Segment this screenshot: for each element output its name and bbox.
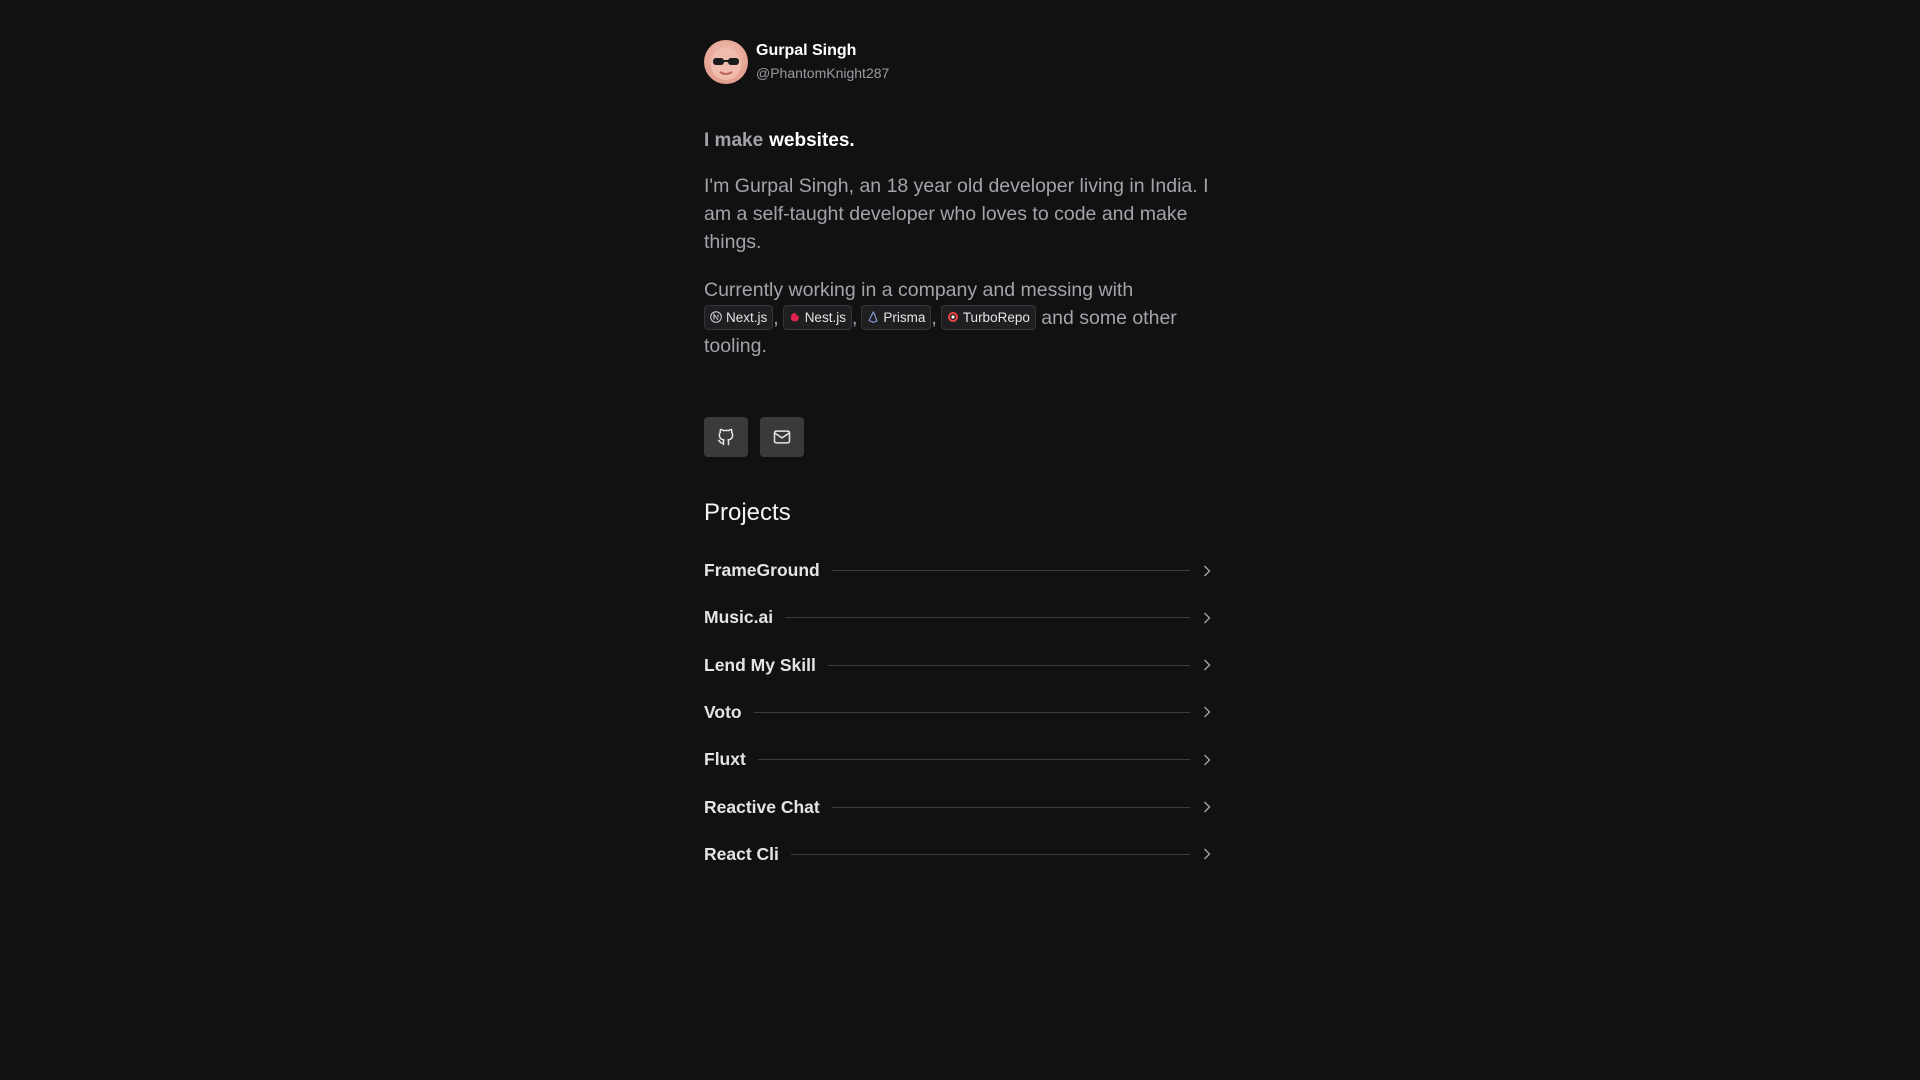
tool-chip-nestjs[interactable]: Nest.js	[782, 304, 852, 330]
chevron-right-icon	[1204, 848, 1211, 860]
tool-chip-turborepo[interactable]: TurboRepo	[940, 304, 1036, 330]
project-name: Reactive Chat	[704, 796, 820, 817]
tool-chip-label: Prisma	[883, 309, 926, 325]
headline-accent: websites.	[769, 130, 855, 151]
chevron-right-icon	[1204, 706, 1211, 718]
tool-chip-label: TurboRepo	[962, 309, 1030, 325]
avatar	[704, 40, 748, 84]
project-item-voto[interactable]: Voto	[704, 689, 1214, 736]
project-item-fluxt[interactable]: Fluxt	[704, 736, 1214, 783]
tool-chip-label: Next.js	[726, 309, 768, 325]
github-button[interactable]	[704, 417, 748, 457]
headline: I make websites.	[704, 130, 1214, 152]
prisma-icon	[868, 311, 878, 323]
email-button[interactable]	[760, 417, 804, 457]
github-icon	[717, 428, 734, 446]
currently-prefix: Currently working in a company and messi…	[704, 279, 1134, 301]
profile-handle: @PhantomKnight287	[756, 65, 890, 81]
nestjs-icon	[790, 312, 799, 322]
chevron-right-icon	[1204, 754, 1211, 766]
turborepo-icon	[947, 312, 958, 322]
headline-prefix: I make	[704, 130, 764, 151]
project-item-lend-my-skill[interactable]: Lend My Skill	[704, 642, 1214, 689]
chevron-right-icon	[1204, 801, 1211, 813]
profile-text: Gurpal Singh @PhantomKnight287	[756, 41, 889, 83]
project-item-music-ai[interactable]: Music.ai	[704, 594, 1214, 641]
divider-line	[831, 570, 1190, 572]
divider-line	[831, 806, 1190, 808]
project-item-frameground[interactable]: FrameGround	[704, 547, 1214, 594]
project-name: Voto	[704, 701, 742, 722]
currently-paragraph: Currently working in a company and messi…	[704, 279, 1177, 357]
divider-line	[757, 759, 1190, 761]
projects-heading: Projects	[704, 499, 791, 526]
project-name: Music.ai	[704, 607, 774, 628]
profile-header: Gurpal Singh @PhantomKnight287	[704, 38, 1214, 86]
tool-chip-nextjs[interactable]: Next.js	[704, 304, 774, 330]
divider-line	[753, 711, 1190, 713]
social-links	[704, 417, 1214, 457]
project-name: FrameGround	[704, 560, 820, 581]
project-item-reactive-chat[interactable]: Reactive Chat	[704, 783, 1214, 830]
main-container: Gurpal Singh @PhantomKnight287 I make web…	[704, 38, 1214, 878]
project-name: Lend My Skill	[704, 654, 816, 675]
intro-paragraph: I'm Gurpal Singh, an 18 year old develop…	[704, 175, 1209, 253]
mail-icon	[773, 430, 791, 444]
chevron-right-icon	[1204, 659, 1211, 671]
tool-chip-label: Nest.js	[804, 309, 846, 325]
project-item-react-cli[interactable]: React Cli	[704, 831, 1214, 878]
divider-line	[827, 664, 1190, 666]
project-name: Fluxt	[704, 749, 746, 770]
divider-line	[790, 853, 1190, 855]
profile-name: Gurpal Singh	[756, 42, 857, 59]
divider-line	[785, 617, 1190, 619]
project-list: FrameGround Music.ai Lend My Skill Voto …	[704, 547, 1214, 878]
nextjs-icon	[710, 311, 722, 323]
chevron-right-icon	[1204, 612, 1211, 624]
tool-chip-prisma[interactable]: Prisma	[861, 304, 932, 330]
chevron-right-icon	[1204, 565, 1211, 577]
project-name: React Cli	[704, 843, 779, 864]
